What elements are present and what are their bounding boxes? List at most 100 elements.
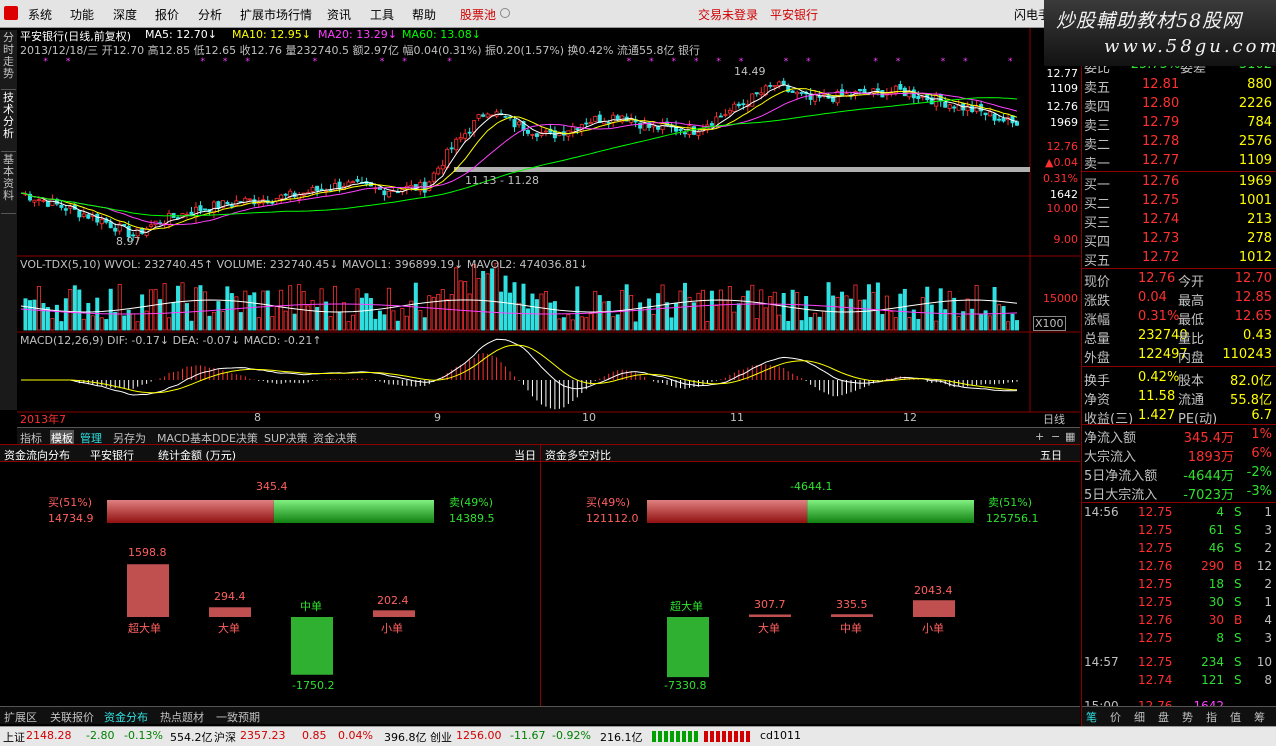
stock-pool-button[interactable]: 股票池 <box>460 6 496 23</box>
volume-bar <box>229 293 234 331</box>
bid-row-4[interactable]: 买四 12.73 278 <box>1082 230 1276 250</box>
stat-row-1[interactable]: 涨跌 0.04 最高 12.85 <box>1082 289 1276 309</box>
tab-intraday[interactable]: 分时走势 <box>1 32 16 90</box>
tab-related[interactable]: 关联报价 <box>50 709 94 725</box>
flow-row-0[interactable]: 净流入额 345.4万 1% <box>1082 426 1276 446</box>
flow-row-1[interactable]: 大宗流入 1893万 6% <box>1082 445 1276 465</box>
menu-ext-market[interactable]: 扩展市场行情 <box>240 6 312 23</box>
candle-body <box>454 138 459 151</box>
detail-tab-3[interactable]: 盘 <box>1158 709 1169 725</box>
menu-system[interactable]: 系统 <box>28 6 52 23</box>
menu-tools[interactable]: 工具 <box>370 6 394 23</box>
volume-bar <box>81 318 86 331</box>
sh-index[interactable]: 2148.28 <box>26 729 72 742</box>
volume-bar <box>929 304 934 331</box>
detail-tab-5[interactable]: 指 <box>1206 709 1217 725</box>
candle-body <box>1010 115 1015 124</box>
volume-bar <box>745 290 750 331</box>
cy-index[interactable]: 1256.00 <box>456 729 502 742</box>
volume-bar <box>561 317 566 331</box>
tab-technical[interactable]: 技术分析 <box>1 92 16 152</box>
stat-row-4[interactable]: 外盘 122497 内盘 110243 <box>1082 346 1276 366</box>
detail-tab-1[interactable]: 价 <box>1110 709 1121 725</box>
bid-volume: 278 <box>1247 231 1272 246</box>
menu-depth[interactable]: 深度 <box>113 6 137 23</box>
detail-tab-2[interactable]: 细 <box>1134 709 1145 725</box>
volume-bar <box>593 290 598 331</box>
ask-row-1[interactable]: 卖一 12.77 1109 <box>1082 152 1276 172</box>
low-label: 8.97 <box>116 235 141 248</box>
stat-row-5[interactable]: 换手 0.42% 股本 82.0亿 <box>1082 369 1276 389</box>
menu-news[interactable]: 资讯 <box>327 6 351 23</box>
volume-bar <box>615 314 620 331</box>
stat-label: 涨跌 <box>1084 294 1111 309</box>
app-logo-icon[interactable] <box>4 6 18 20</box>
sz-index[interactable]: 2357.23 <box>240 729 286 742</box>
flow2-period[interactable]: 五日 <box>1040 447 1062 463</box>
volume-bar <box>552 301 557 331</box>
candle-body <box>149 224 154 227</box>
candle-body <box>63 208 68 211</box>
tab-ext-area[interactable]: 扩展区 <box>4 709 37 725</box>
candle-body <box>77 210 82 218</box>
menu-analysis[interactable]: 分析 <box>198 6 222 23</box>
ask-row-4[interactable]: 卖四 12.80 2226 <box>1082 95 1276 115</box>
volume-bar <box>485 273 490 331</box>
volume-bar <box>499 291 504 331</box>
tab-fund-dist[interactable]: 资金分布 <box>104 709 148 725</box>
stat-row-2[interactable]: 涨幅 0.31% 最低 12.65 <box>1082 308 1276 328</box>
flow2-buy-label: 买(49%) <box>586 496 631 509</box>
volume-bar <box>611 316 616 331</box>
volume-bar <box>238 312 243 331</box>
close-pool-icon[interactable] <box>500 8 510 18</box>
ask-row-2[interactable]: 卖二 12.78 2576 <box>1082 133 1276 153</box>
kline-chart[interactable]: * * * * * * * * * * * * * * * * * * * * * * <box>17 28 1080 426</box>
bid-row-2[interactable]: 买二 12.75 1001 <box>1082 192 1276 212</box>
volume-bar <box>759 289 764 331</box>
bid-row-3[interactable]: 买三 12.74 213 <box>1082 211 1276 231</box>
menu-function[interactable]: 功能 <box>70 6 94 23</box>
volume-bar <box>530 293 535 331</box>
bid-row-5[interactable]: 买五 12.72 1012 <box>1082 249 1276 269</box>
menu-help[interactable]: 帮助 <box>412 6 436 23</box>
menu-quote[interactable]: 报价 <box>155 6 179 23</box>
trade-login-link[interactable]: 交易未登录 <box>698 6 758 23</box>
flow-row-3[interactable]: 5日大宗流入 -7023万 -3% <box>1082 483 1276 503</box>
volume-bar <box>857 299 862 331</box>
ask-row-3[interactable]: 卖三 12.79 784 <box>1082 114 1276 134</box>
volume-bar <box>768 296 773 331</box>
tab-consensus[interactable]: 一致预期 <box>216 709 260 725</box>
stat-row-6[interactable]: 净资 11.58 流通 55.8亿 <box>1082 388 1276 408</box>
detail-tab-7[interactable]: 筹 <box>1254 709 1265 725</box>
tab-fundamentals[interactable]: 基本资料 <box>1 154 16 214</box>
flow-row-2[interactable]: 5日净流入额 -4644万 -2% <box>1082 464 1276 484</box>
volume-bar <box>104 319 109 331</box>
bid-row-1[interactable]: 买一 12.76 1969 <box>1082 173 1276 193</box>
detail-tab-4[interactable]: 势 <box>1182 709 1193 725</box>
stat-row-0[interactable]: 现价 12.76 今开 12.70 <box>1082 270 1276 290</box>
volume-bar <box>355 288 360 331</box>
ask-row-5[interactable]: 卖五 12.81 880 <box>1082 76 1276 96</box>
ask-label: 卖四 <box>1084 100 1111 115</box>
volume-bar <box>938 288 943 331</box>
candle-body <box>952 106 957 109</box>
candle-body <box>50 199 55 206</box>
stat-row-3[interactable]: 总量 232740 量比 0.43 <box>1082 327 1276 347</box>
zoom-out-icon[interactable]: − <box>1051 430 1060 443</box>
market-breadth-bar-green <box>652 731 700 742</box>
tick-price: 12.75 <box>1138 595 1173 609</box>
volume-bar <box>261 290 266 331</box>
tab-hot-topics[interactable]: 热点题材 <box>160 709 204 725</box>
volume-bar <box>377 310 382 331</box>
zoom-in-icon[interactable]: + <box>1035 430 1044 443</box>
detail-tab-6[interactable]: 值 <box>1230 709 1241 725</box>
flow2-buy-val: 121112.0 <box>586 512 639 525</box>
detail-tab-0[interactable]: 笔 <box>1086 709 1097 725</box>
tick-count: 4 <box>1264 613 1272 627</box>
settings-icon[interactable]: ▦ <box>1065 430 1075 443</box>
flow-period[interactable]: 当日 <box>514 447 536 463</box>
volume-bar <box>714 305 719 331</box>
sh-amount: 554.2亿 <box>170 731 213 744</box>
volume-bar <box>184 303 189 331</box>
period-button[interactable]: 日线 <box>1043 411 1065 427</box>
